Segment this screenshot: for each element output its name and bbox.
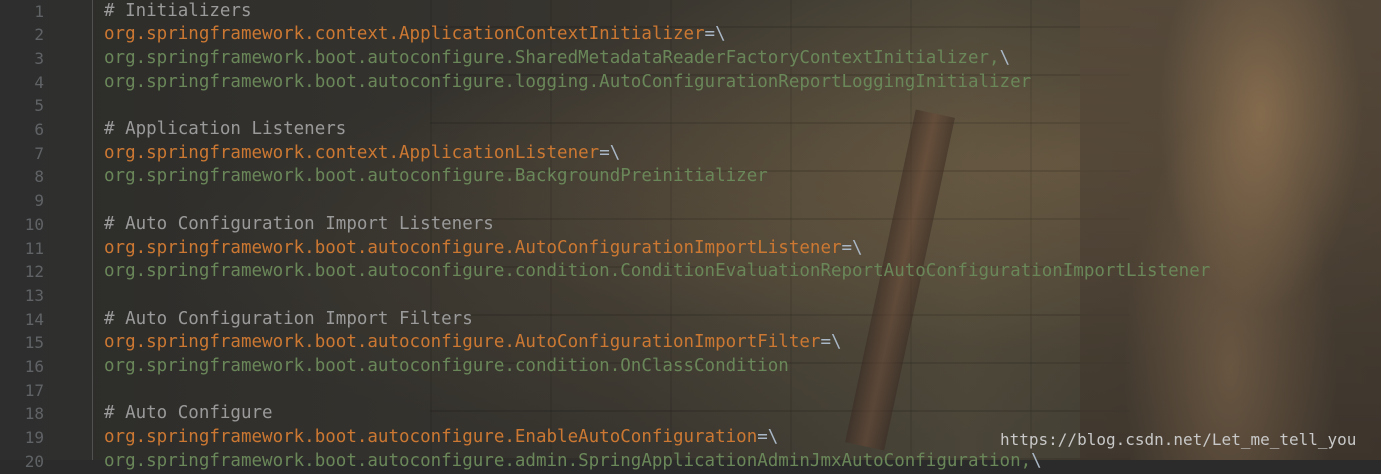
token-sep: =\	[704, 24, 726, 45]
line-number: 8	[34, 167, 44, 187]
code-text: # Auto Configuration Import Listeners	[104, 213, 494, 237]
code-line[interactable]: 20 org.springframework.boot.autoconfigure…	[0, 450, 1381, 474]
token-sep: =\	[757, 427, 779, 448]
line-number: 1	[34, 1, 44, 21]
line-number: 3	[34, 48, 44, 68]
token-value: org.springframework.boot.autoconfigure.a…	[104, 450, 1032, 471]
line-number: 9	[34, 191, 44, 211]
code-line[interactable]: 2 org.springframework.context.Application…	[0, 23, 1381, 47]
token-value: org.springframework.boot.autoconfigure.c…	[104, 356, 789, 376]
line-number: 5	[34, 96, 44, 116]
token-comment: # Initializers	[104, 0, 252, 21]
code-text: org.springframework.boot.autoconfigure.E…	[104, 426, 778, 450]
token-sep: =\	[841, 237, 863, 258]
code-line[interactable]: 16 org.springframework.boot.autoconfigure…	[0, 355, 1381, 379]
token-comment: # Auto Configure	[104, 403, 273, 424]
line-number: 17	[24, 380, 44, 400]
code-text: # Auto Configuration Import Filters	[104, 308, 473, 332]
code-text: # Auto Configure	[104, 402, 273, 426]
code-line[interactable]: 4 org.springframework.boot.autoconfigure.…	[0, 71, 1381, 95]
line-number: 2	[34, 25, 44, 45]
code-line[interactable]: 1 # Initializers	[0, 0, 1381, 23]
code-text: org.springframework.boot.autoconfigure.A…	[104, 331, 842, 355]
line-number: 6	[34, 120, 44, 139]
token-value: org.springframework.boot.autoconfigure.S…	[104, 47, 1000, 68]
token-value: org.springframework.boot.autoconfigure.B…	[104, 166, 768, 187]
code-line[interactable]: 3 org.springframework.boot.autoconfigure.…	[0, 47, 1381, 71]
code-text: org.springframework.boot.autoconfigure.l…	[104, 71, 1031, 95]
line-number: 11	[24, 238, 44, 258]
token-key: org.springframework.boot.autoconfigure.A…	[104, 237, 842, 258]
line-number: 19	[24, 428, 44, 448]
code-text: org.springframework.context.ApplicationL…	[104, 142, 620, 166]
token-sep: \	[999, 47, 1011, 68]
token-key: org.springframework.boot.autoconfigure.A…	[104, 332, 821, 353]
line-number: 13	[24, 285, 44, 305]
code-line[interactable]: 11 org.springframework.boot.autoconfigure…	[0, 237, 1381, 261]
code-line[interactable]: 9	[0, 189, 1381, 213]
line-number: 4	[34, 72, 44, 92]
code-text: org.springframework.boot.autoconfigure.c…	[104, 260, 1210, 284]
line-number: 15	[24, 333, 44, 353]
code-text: org.springframework.context.ApplicationC…	[104, 23, 726, 47]
code-text: org.springframework.boot.autoconfigure.S…	[104, 47, 1010, 71]
line-number: 18	[24, 404, 44, 424]
token-value: org.springframework.boot.autoconfigure.c…	[104, 261, 1211, 282]
code-text: # Initializers	[104, 0, 252, 23]
token-sep: =\	[820, 332, 842, 353]
token-key: org.springframework.context.ApplicationC…	[104, 24, 705, 45]
token-key: org.springframework.boot.autoconfigure.E…	[104, 427, 758, 448]
token-sep: =\	[599, 142, 621, 163]
line-number: 16	[24, 357, 44, 376]
line-number: 12	[24, 262, 44, 282]
code-line[interactable]: 6 # Application Listeners	[0, 118, 1381, 142]
code-line[interactable]: 8 org.springframework.boot.autoconfigure.…	[0, 165, 1381, 189]
code-line[interactable]: 7 org.springframework.context.Application…	[0, 142, 1381, 166]
code-line[interactable]: 5	[0, 94, 1381, 118]
code-line[interactable]: 12 org.springframework.boot.autoconfigure…	[0, 260, 1381, 284]
code-line[interactable]: 17	[0, 379, 1381, 403]
token-value: org.springframework.boot.autoconfigure.l…	[104, 71, 1032, 92]
token-comment: # Application Listeners	[104, 119, 347, 139]
code-line[interactable]: 13	[0, 284, 1381, 308]
token-comment: # Auto Configuration Import Listeners	[104, 213, 494, 234]
code-editor[interactable]: 1 # Initializers 2 org.springframework.cont…	[0, 0, 1381, 471]
token-sep: \	[1031, 450, 1042, 471]
line-number: 7	[34, 143, 44, 163]
line-number: 20	[24, 451, 44, 471]
code-text: # Application Listeners	[104, 118, 346, 142]
line-number: 14	[24, 309, 44, 329]
token-comment: # Auto Configuration Import Filters	[104, 308, 473, 329]
token-key: org.springframework.context.ApplicationL…	[104, 142, 600, 163]
code-text: org.springframework.boot.autoconfigure.B…	[104, 165, 768, 189]
code-line[interactable]: 10 # Auto Configuration Import Listeners	[0, 213, 1381, 237]
watermark-url: https://blog.csdn.net/Let_me_tell_you	[1000, 430, 1357, 449]
line-number: 10	[24, 214, 44, 234]
code-text: org.springframework.boot.autoconfigure.c…	[104, 355, 789, 379]
code-text: org.springframework.boot.autoconfigure.a…	[104, 450, 1042, 474]
code-line[interactable]: 15 org.springframework.boot.autoconfigure…	[0, 331, 1381, 355]
code-line[interactable]: 18 # Auto Configure	[0, 402, 1381, 426]
code-text: org.springframework.boot.autoconfigure.A…	[104, 237, 863, 261]
code-line[interactable]: 14 # Auto Configuration Import Filters	[0, 308, 1381, 332]
